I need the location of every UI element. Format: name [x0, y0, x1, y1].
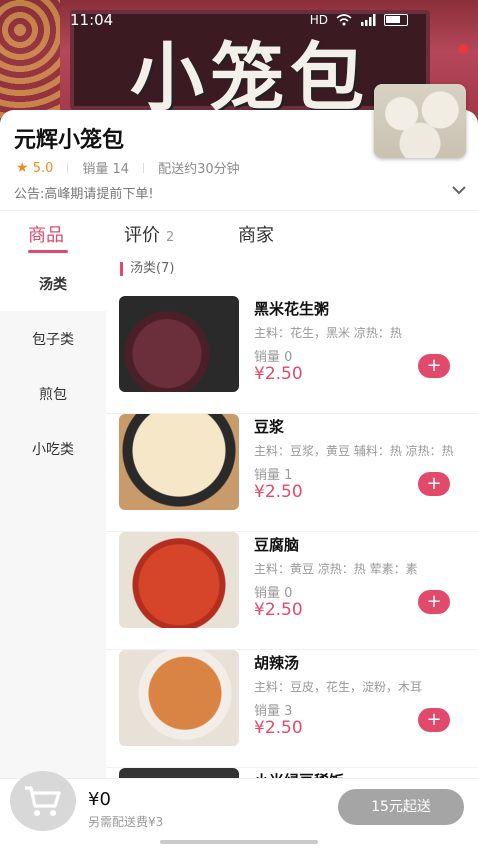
- tab-label: 商品: [28, 225, 64, 246]
- product-name: 黑米花生粥: [254, 300, 330, 318]
- cart-total: ¥0: [88, 789, 111, 810]
- home-indicator[interactable]: [160, 840, 318, 844]
- product-list: 汤类(7) 黑米花生粥 主料：花生，黑米 凉热：热 销量 0 ¥2.50 + 豆…: [106, 256, 478, 778]
- sidebar-item-buns[interactable]: 包子类: [0, 311, 106, 366]
- store-page: 小笼包 11:04 HD 元辉小笼包 ★ 5.0 销量 14 配送约30分钟 公…: [0, 0, 478, 850]
- product-item[interactable]: 黑米花生粥 主料：花生，黑米 凉热：热 销量 0 ¥2.50 +: [106, 296, 478, 414]
- star-icon: ★: [16, 159, 29, 176]
- product-sales: 销量 1: [254, 468, 293, 483]
- product-name: 胡辣汤: [254, 654, 300, 672]
- category-sidebar: 汤类 包子类 煎包 小吃类: [0, 256, 106, 778]
- tab-merchant[interactable]: 商家: [238, 221, 274, 247]
- product-sales: 销量 3: [254, 704, 293, 719]
- product-name: 小米绿豆稀饭: [254, 770, 344, 778]
- cart-button[interactable]: [10, 771, 76, 831]
- tab-active-indicator: [28, 250, 68, 253]
- product-desc: 主料：花生，黑米 凉热：热: [254, 326, 402, 340]
- product-image: [119, 532, 239, 628]
- tab-products[interactable]: 商品: [28, 221, 64, 247]
- sidebar-item-soup[interactable]: 汤类: [0, 256, 106, 311]
- tab-label: 评价: [124, 225, 160, 246]
- store-name: 元辉小笼包: [14, 128, 125, 153]
- product-desc: 主料：豆皮，花生，淀粉，木耳: [254, 680, 423, 694]
- status-time: 11:04: [70, 11, 114, 29]
- store-notice: 公告:高峰期请提前下单!: [14, 187, 154, 202]
- tab-bar: 商品 评价 2 商家: [0, 210, 478, 256]
- rating-value: 5.0: [32, 160, 54, 176]
- product-name: 豆腐脑: [254, 536, 300, 554]
- cart-icon: [25, 786, 61, 816]
- sidebar-item-snacks[interactable]: 小吃类: [0, 421, 106, 476]
- banner-red-dot: [458, 44, 468, 54]
- wifi-icon: [336, 14, 352, 26]
- status-bar: 11:04 HD: [0, 0, 478, 40]
- store-thumbnail[interactable]: [374, 84, 466, 158]
- product-sales: 销量 0: [254, 350, 293, 365]
- hd-badge: HD: [309, 13, 328, 27]
- product-price: ¥2.50: [254, 482, 303, 502]
- product-item[interactable]: 豆腐脑 主料：黄豆 凉热：热 荤素：素 销量 0 ¥2.50 +: [106, 532, 478, 650]
- tab-count: 2: [166, 230, 175, 245]
- product-desc: 主料：黄豆 凉热：热 荤素：素: [254, 562, 418, 576]
- sales-count: 销量 14: [82, 162, 130, 177]
- product-image: [119, 414, 239, 510]
- delivery-time: 配送约30分钟: [158, 162, 240, 177]
- product-image: [119, 768, 239, 778]
- product-price: ¥2.50: [254, 718, 303, 738]
- product-name: 豆浆: [254, 418, 285, 436]
- product-sales: 销量 0: [254, 586, 293, 601]
- product-price: ¥2.50: [254, 600, 303, 620]
- tab-label: 商家: [238, 225, 274, 246]
- section-title: 汤类(7): [120, 262, 174, 276]
- plus-icon[interactable]: +: [418, 472, 450, 496]
- product-price: ¥2.50: [254, 364, 303, 384]
- checkout-button[interactable]: 15元起送: [338, 789, 464, 825]
- product-item[interactable]: 小米绿豆稀饭: [106, 768, 478, 778]
- plus-icon[interactable]: +: [418, 590, 450, 614]
- product-image: [119, 296, 239, 392]
- sidebar-item-fried-buns[interactable]: 煎包: [0, 366, 106, 421]
- product-desc: 主料：豆浆，黄豆 辅料：热 凉热：热: [254, 444, 454, 458]
- product-item[interactable]: 胡辣汤 主料：豆皮，花生，淀粉，木耳 销量 3 ¥2.50 +: [106, 650, 478, 768]
- chevron-down-icon[interactable]: [452, 180, 466, 199]
- divider: [143, 162, 145, 173]
- store-meta: ★ 5.0 销量 14 配送约30分钟: [16, 158, 240, 178]
- delivery-fee-note: 另需配送费¥3: [88, 815, 164, 829]
- tab-reviews[interactable]: 评价 2: [124, 221, 174, 247]
- signal-icon: [361, 14, 376, 26]
- status-icons: HD: [310, 13, 408, 27]
- battery-icon: [384, 14, 408, 26]
- divider: [67, 162, 69, 173]
- plus-icon[interactable]: +: [418, 354, 450, 378]
- product-image: [119, 650, 239, 746]
- product-item[interactable]: 豆浆 主料：豆浆，黄豆 辅料：热 凉热：热 销量 1 ¥2.50 +: [106, 414, 478, 532]
- plus-icon[interactable]: +: [418, 708, 450, 732]
- rating-group: ★ 5.0: [16, 160, 53, 176]
